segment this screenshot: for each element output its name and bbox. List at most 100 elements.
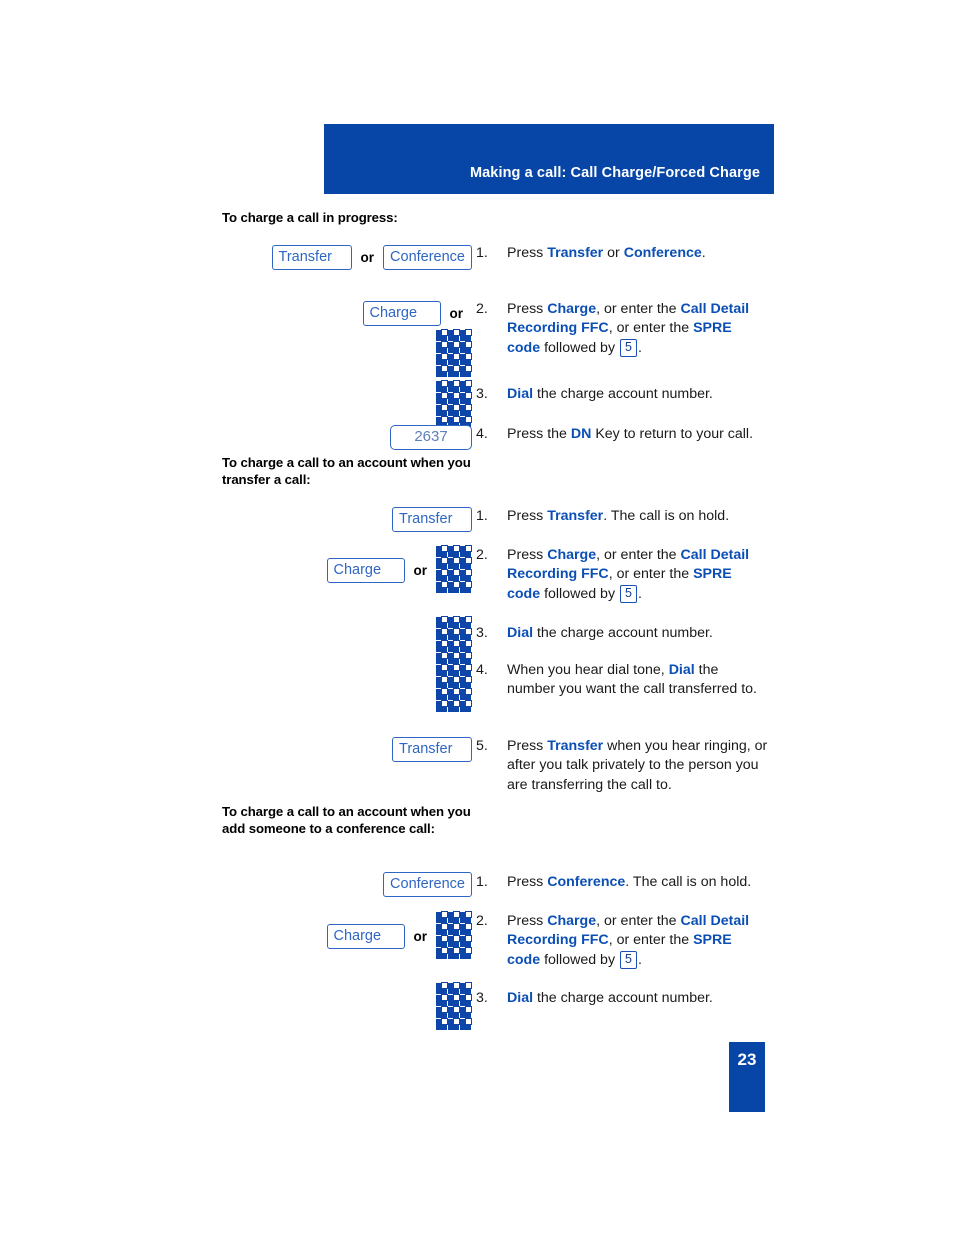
dialpad-key xyxy=(436,664,448,676)
transfer-key[interactable]: Transfer xyxy=(271,245,352,270)
dialpad-key xyxy=(460,652,472,664)
dialpad-key xyxy=(436,557,448,569)
dialpad-key xyxy=(436,581,448,593)
dialpad-key xyxy=(460,628,472,640)
or-label: or xyxy=(413,928,428,944)
section1-key-row-1: Transfer or Conference xyxy=(222,245,472,270)
dialpad-key xyxy=(448,700,460,712)
dialpad-key xyxy=(436,994,448,1006)
step-item: 2. Press Charge, or enter the Call Detai… xyxy=(476,912,768,970)
step-text: Press Charge, or enter the Call Detail R… xyxy=(507,301,750,357)
step-text: When you hear dial tone, Dial the number… xyxy=(507,662,757,698)
dialpad-key xyxy=(460,380,472,392)
dialpad-key xyxy=(448,688,460,700)
charge-key[interactable]: Charge xyxy=(326,923,405,949)
dialpad-key xyxy=(460,329,472,341)
transfer-key[interactable]: Transfer xyxy=(392,507,472,532)
dialpad-key xyxy=(448,947,460,959)
dialpad-key xyxy=(436,616,448,628)
dialpad-row xyxy=(436,365,472,378)
dialpad-key xyxy=(460,911,472,923)
dialpad-key xyxy=(448,676,460,688)
step-item: 4. Press the DN Key to return to your ca… xyxy=(476,425,768,444)
dialpad-key xyxy=(436,947,448,959)
step-number: 3. xyxy=(476,990,488,1006)
step-item: 2. Press Charge, or enter the Call Detai… xyxy=(476,546,768,604)
step-number: 4. xyxy=(476,426,488,442)
dialpad-key xyxy=(460,935,472,947)
dialpad-key xyxy=(448,581,460,593)
dialpad-icon[interactable] xyxy=(436,616,472,665)
highlighted-term: Conference xyxy=(623,245,702,261)
highlighted-term: Dial xyxy=(668,662,695,678)
dialpad-key xyxy=(460,545,472,557)
conference-key[interactable]: Conference xyxy=(383,245,472,270)
step-item: 3. Dial the charge account number. xyxy=(476,385,768,404)
dialpad-icon[interactable] xyxy=(436,911,472,960)
inline-key-glyph: 5 xyxy=(620,950,637,969)
highlighted-term: Dial xyxy=(507,386,534,402)
step-number: 3. xyxy=(476,386,488,402)
step-text: Press the DN Key to return to your call. xyxy=(507,426,754,442)
dialpad-key xyxy=(460,1006,472,1018)
highlighted-term: Conference xyxy=(547,874,626,890)
highlighted-term: Transfer xyxy=(547,738,604,754)
dialpad-key xyxy=(448,616,460,628)
dialpad-key xyxy=(460,688,472,700)
dialpad-key xyxy=(436,688,448,700)
page-number-tab: 23 xyxy=(729,1042,765,1112)
dialpad-icon[interactable] xyxy=(436,982,472,1031)
dialpad-icon[interactable] xyxy=(436,329,472,378)
conference-key[interactable]: Conference xyxy=(383,872,472,897)
dialpad-key xyxy=(436,569,448,581)
dialpad-key xyxy=(460,1018,472,1030)
transfer-key[interactable]: Transfer xyxy=(392,737,472,762)
dialpad-key xyxy=(436,676,448,688)
dialpad-key xyxy=(448,392,460,404)
dialpad-icon[interactable] xyxy=(436,545,472,594)
section-heading-2: To charge a call to an account when you … xyxy=(222,455,471,487)
step-text: Press Transfer. The call is on hold. xyxy=(507,508,730,524)
charge-key[interactable]: Charge xyxy=(326,557,405,583)
step-item: 2. Press Charge, or enter the Call Detai… xyxy=(476,300,768,358)
dialpad-key xyxy=(436,341,448,353)
section-heading-3: To charge a call to an account when you … xyxy=(222,804,471,836)
dialpad-key xyxy=(436,365,448,377)
dialpad-row xyxy=(436,1018,472,1031)
dialpad-key xyxy=(460,982,472,994)
document-page: Making a call: Call Charge/Forced Charge… xyxy=(0,0,954,1235)
dialpad-key xyxy=(448,1006,460,1018)
or-label: or xyxy=(413,562,428,578)
dialpad-key xyxy=(460,557,472,569)
step-item: 3. Dial the charge account number. xyxy=(476,989,768,1008)
step-number: 1. xyxy=(476,874,488,890)
step-text: Dial the charge account number. xyxy=(507,990,713,1006)
step-item: 4. When you hear dial tone, Dial the num… xyxy=(476,661,768,700)
dialpad-key xyxy=(448,911,460,923)
page-header-title: Making a call: Call Charge/Forced Charge xyxy=(469,165,760,181)
dialpad-key xyxy=(448,664,460,676)
dialpad-key xyxy=(460,365,472,377)
step-number: 2. xyxy=(476,301,488,317)
dialpad-key xyxy=(436,911,448,923)
dialpad-icon[interactable] xyxy=(436,664,472,713)
highlighted-term: Transfer xyxy=(547,245,604,261)
dialpad-key xyxy=(460,947,472,959)
dialpad-row xyxy=(436,947,472,960)
dialpad-key xyxy=(436,1018,448,1030)
step-number: 5. xyxy=(476,738,488,754)
step-number: 1. xyxy=(476,508,488,524)
step-text: Dial the charge account number. xyxy=(507,625,713,641)
dialpad-key xyxy=(448,923,460,935)
dialpad-key xyxy=(448,935,460,947)
dialpad-key xyxy=(460,640,472,652)
step-item: 3. Dial the charge account number. xyxy=(476,624,768,643)
dialpad-icon[interactable] xyxy=(436,380,472,429)
dialpad-key xyxy=(436,700,448,712)
charge-key[interactable]: Charge xyxy=(362,301,441,326)
dialpad-key xyxy=(436,652,448,664)
section-heading-1: To charge a call in progress: xyxy=(222,210,398,225)
dialpad-key xyxy=(436,329,448,341)
dialpad-key xyxy=(460,581,472,593)
dialpad-key xyxy=(460,392,472,404)
